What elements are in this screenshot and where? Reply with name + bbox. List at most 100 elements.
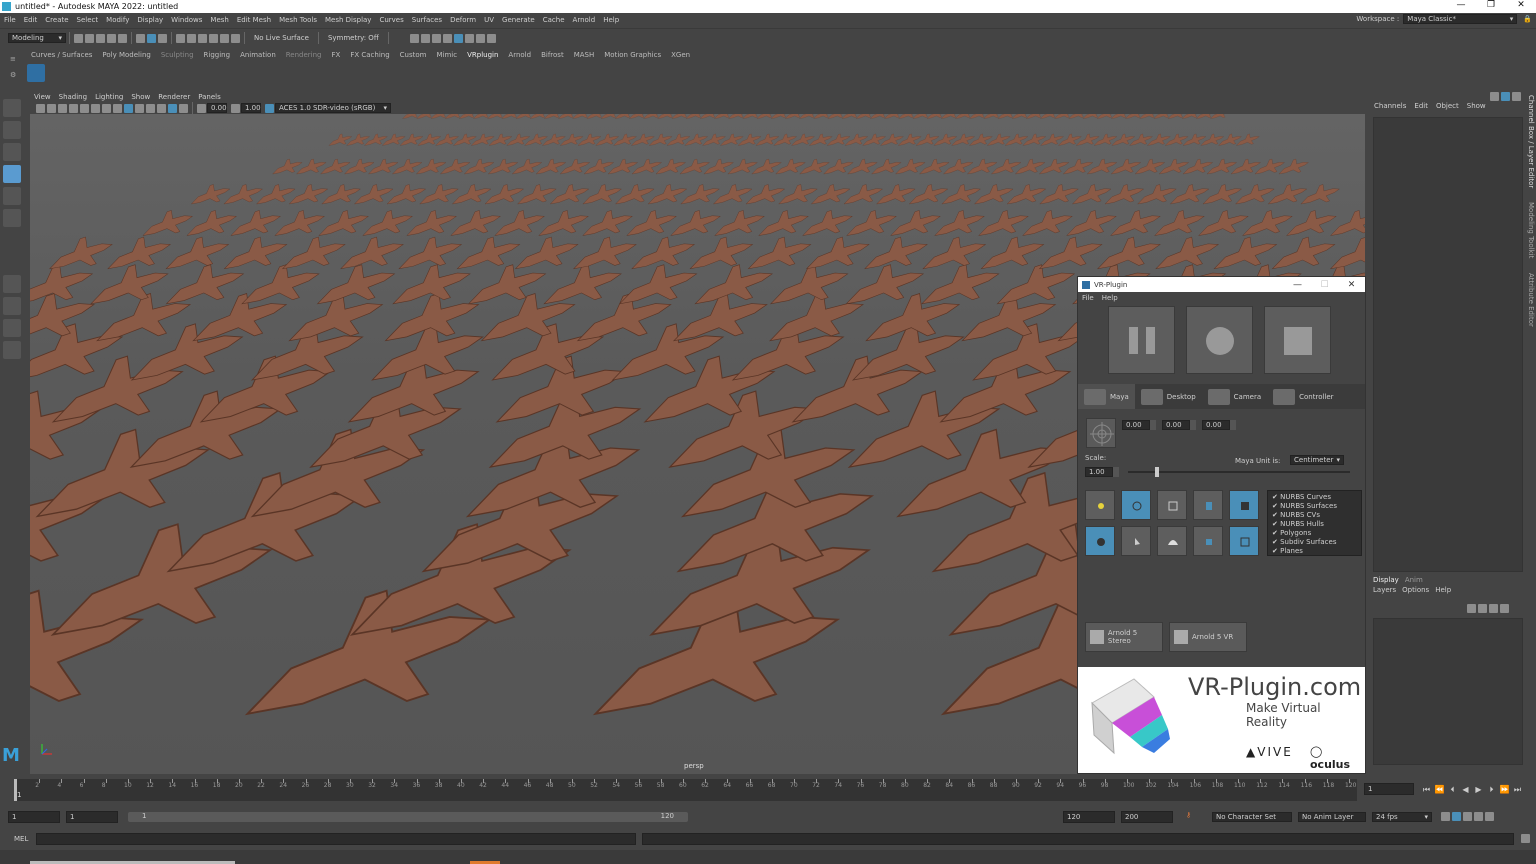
exposure-field[interactable]: 0.00 — [207, 103, 227, 113]
menu-display[interactable]: Display — [133, 16, 167, 24]
scale-slider-handle[interactable] — [1154, 467, 1159, 477]
rotate-tool-icon[interactable] — [3, 187, 21, 205]
shelf-gear-icon[interactable]: ⚙ — [10, 71, 16, 79]
filter-nurbs-cvs[interactable]: ✔ NURBS CVs — [1272, 511, 1357, 520]
tab-maya[interactable]: Maya — [1078, 384, 1135, 409]
resolution-gate-icon[interactable] — [102, 103, 111, 113]
shelf-tab-rendering[interactable]: Rendering — [281, 51, 327, 59]
move-layer-up-icon[interactable] — [1467, 604, 1476, 613]
channel-show-menu[interactable]: Show — [1467, 102, 1494, 110]
range-bar[interactable]: 1 120 — [128, 812, 688, 822]
menu-windows[interactable]: Windows — [167, 16, 206, 24]
ipr-render-icon[interactable] — [431, 33, 441, 43]
filter-planes[interactable]: ✔ Planes — [1272, 547, 1357, 555]
anim-layer-dropdown[interactable]: No Anim Layer — [1298, 812, 1366, 822]
exposure-icon[interactable] — [197, 103, 206, 113]
live-surface-label[interactable]: No Live Surface — [254, 34, 309, 42]
shelf-tab-mimic[interactable]: Mimic — [432, 51, 463, 59]
lasso-tool-icon[interactable] — [3, 121, 21, 139]
snap-curve-icon[interactable] — [187, 33, 196, 43]
filter-nurbs-curves[interactable]: ✔ NURBS Curves — [1272, 493, 1357, 502]
scale-spinner[interactable] — [1113, 467, 1119, 477]
grid-filter-button[interactable] — [1229, 526, 1259, 556]
menu-arnold[interactable]: Arnold — [569, 16, 600, 24]
loop-icon[interactable] — [1441, 812, 1450, 821]
tab-desktop[interactable]: Desktop — [1135, 384, 1202, 409]
side-by-side-layout-icon[interactable] — [3, 319, 21, 337]
vrplugin-menu-file[interactable]: File — [1082, 294, 1102, 302]
cache-playback-icon[interactable] — [1452, 812, 1461, 821]
layer-help-menu[interactable]: Help — [1435, 586, 1457, 594]
shelf-tab-motion-graphics[interactable]: Motion Graphics — [599, 51, 666, 59]
offset-y-spinner[interactable] — [1190, 420, 1196, 430]
shelf-menu-icon[interactable]: ≡ — [10, 55, 16, 63]
vrplugin-maximize-button[interactable]: ☐ — [1311, 280, 1338, 290]
lights-icon[interactable] — [146, 103, 155, 113]
select-tool-icon[interactable] — [3, 99, 21, 117]
menu-create[interactable]: Create — [41, 16, 72, 24]
play-backward-icon[interactable]: ◀ — [1459, 785, 1472, 795]
xray-icon[interactable] — [168, 103, 177, 113]
open-scene-icon[interactable] — [85, 33, 94, 43]
render-settings-icon[interactable] — [442, 33, 452, 43]
filter-nurbs-hulls[interactable]: ✔ NURBS Hulls — [1272, 520, 1357, 529]
step-forward-key-icon[interactable]: ⏩ — [1498, 785, 1511, 795]
select-object-icon[interactable] — [147, 33, 156, 43]
shadows-icon[interactable] — [157, 103, 166, 113]
color-management-icon[interactable] — [265, 103, 274, 113]
key-prefs-icon[interactable] — [1485, 812, 1494, 821]
new-layer-selected-icon[interactable] — [1500, 604, 1509, 613]
step-back-frame-icon[interactable]: ⏴ — [1446, 785, 1459, 795]
filter-subdiv-surfaces[interactable]: ✔ Subdiv Surfaces — [1272, 538, 1357, 547]
menu-curves[interactable]: Curves — [375, 16, 407, 24]
shelf-tab-custom[interactable]: Custom — [395, 51, 432, 59]
animation-end-field[interactable]: 200 — [1121, 811, 1173, 823]
shelf-tab-curves-surfaces[interactable]: Curves / Surfaces — [26, 51, 97, 59]
menu-deform[interactable]: Deform — [446, 16, 480, 24]
save-scene-icon[interactable] — [96, 33, 105, 43]
menu-generate[interactable]: Generate — [498, 16, 539, 24]
arnold-render-view-icon[interactable] — [464, 33, 474, 43]
menu-select[interactable]: Select — [73, 16, 103, 24]
film-gate-icon[interactable] — [91, 103, 100, 113]
layers-menu[interactable]: Layers — [1373, 586, 1402, 594]
viewport-menu-view[interactable]: View — [30, 93, 55, 101]
gamma-icon[interactable] — [231, 103, 240, 113]
pause-ipr-icon[interactable] — [486, 33, 496, 43]
layer-tab-anim[interactable]: Anim — [1405, 576, 1429, 584]
arnold-ipr-icon[interactable] — [475, 33, 485, 43]
menu-cache[interactable]: Cache — [539, 16, 569, 24]
shelf-tab-arnold[interactable]: Arnold — [503, 51, 536, 59]
menu-mesh-display[interactable]: Mesh Display — [321, 16, 375, 24]
channels-menu[interactable]: Channels — [1374, 102, 1414, 110]
vrplugin-shelf-icon[interactable] — [27, 64, 45, 82]
viewport-menu-lighting[interactable]: Lighting — [91, 93, 127, 101]
restore-button[interactable]: ❐ — [1476, 0, 1506, 10]
deformer-filter-button[interactable] — [1193, 526, 1223, 556]
attribute-editor-toggle-icon[interactable] — [1501, 92, 1510, 101]
auto-key-icon[interactable]: ⚷ — [1186, 811, 1191, 819]
minimize-button[interactable]: — — [1446, 0, 1476, 10]
shelf-tab-sculpting[interactable]: Sculpting — [156, 51, 199, 59]
script-language-label[interactable]: MEL — [14, 835, 28, 843]
scale-tool-icon[interactable] — [3, 209, 21, 227]
script-editor-icon[interactable] — [1521, 834, 1530, 843]
viewport-menu-panels[interactable]: Panels — [194, 93, 225, 101]
four-view-layout-icon[interactable] — [3, 297, 21, 315]
offset-y-field[interactable]: 0.00 — [1162, 420, 1190, 430]
offset-z-spinner[interactable] — [1230, 420, 1236, 430]
cylinder-filter-button[interactable] — [1193, 490, 1223, 520]
vrplugin-close-button[interactable]: ✕ — [1338, 280, 1365, 290]
shelf-tab-vrplugin[interactable]: VRplugin — [462, 51, 503, 59]
light-filter-button[interactable] — [1085, 490, 1115, 520]
shelf-tab-fx[interactable]: FX — [327, 51, 346, 59]
channel-edit-menu[interactable]: Edit — [1414, 102, 1436, 110]
fps-dropdown[interactable]: 24 fps ▾ — [1372, 812, 1432, 822]
crosshair-button[interactable] — [1086, 418, 1116, 448]
command-input[interactable] — [36, 833, 636, 845]
object-filter-list[interactable]: ✔ NURBS Curves ✔ NURBS Surfaces ✔ NURBS … — [1267, 490, 1362, 556]
single-perspective-layout-icon[interactable] — [3, 275, 21, 293]
channel-object-menu[interactable]: Object — [1436, 102, 1467, 110]
menu-edit[interactable]: Edit — [20, 16, 42, 24]
scale-slider[interactable] — [1128, 467, 1350, 477]
